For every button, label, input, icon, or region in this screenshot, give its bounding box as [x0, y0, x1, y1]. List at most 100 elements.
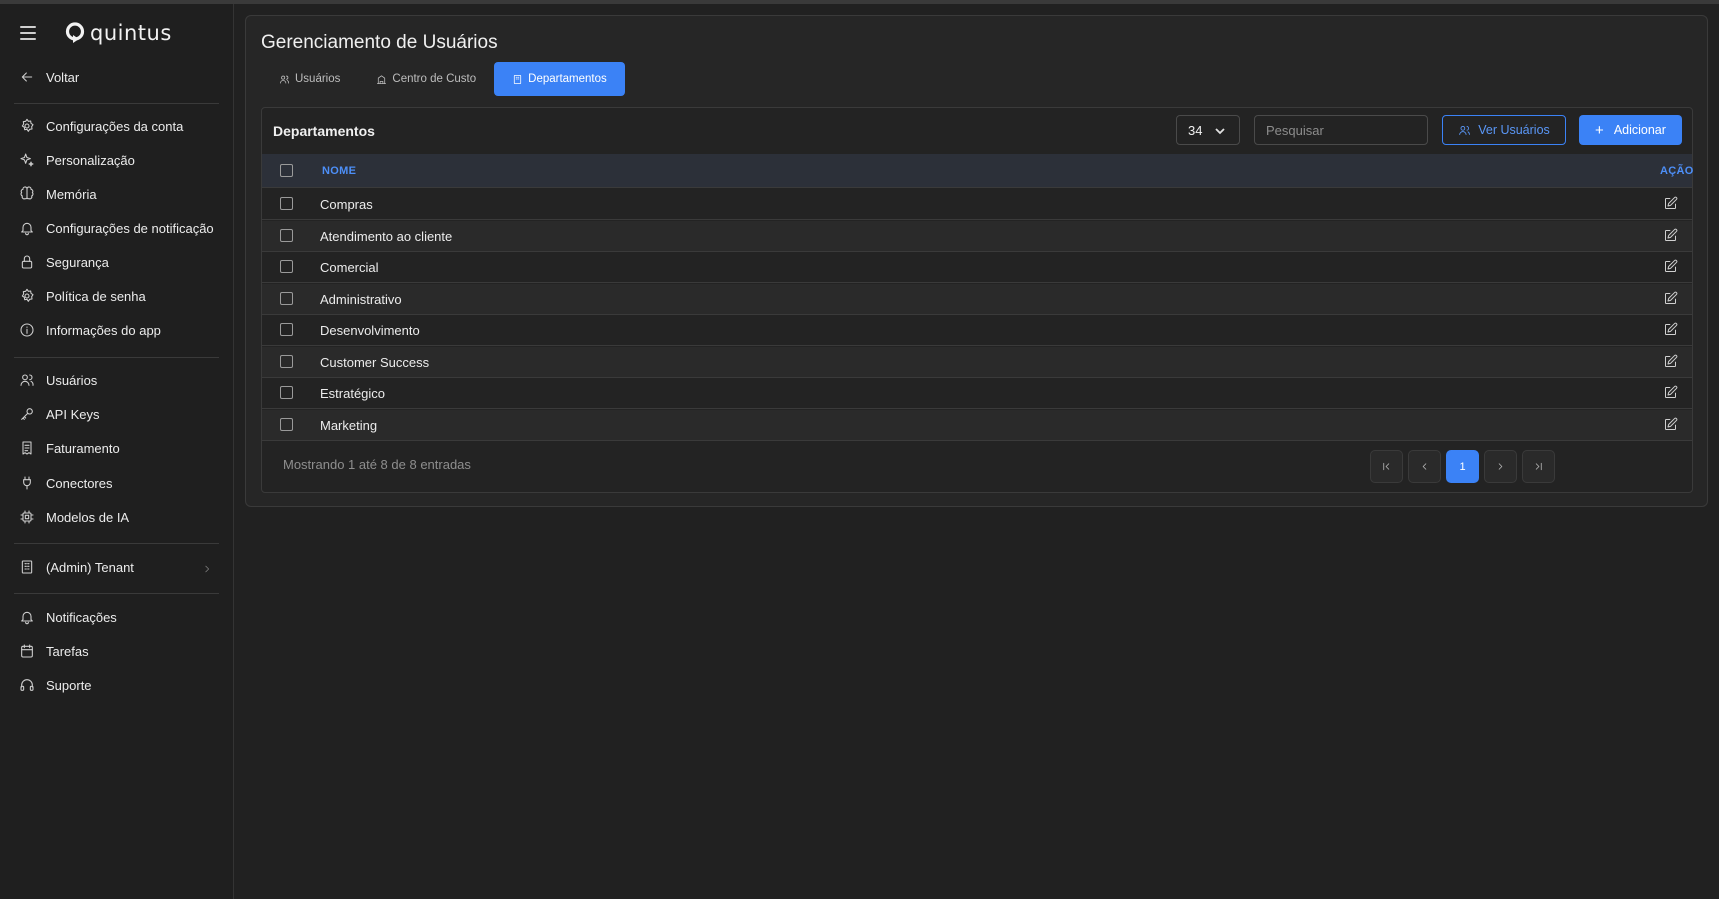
sidebar-item-ai-models[interactable]: Modelos de IA	[14, 502, 220, 532]
department-name: Atendimento ao cliente	[320, 228, 453, 244]
table-row[interactable]: Estratégico	[262, 378, 1692, 409]
sidebar-item-label: (Admin) Tenant	[46, 559, 134, 575]
first-page-button[interactable]	[1370, 450, 1403, 483]
page-title: Gerenciamento de Usuários	[261, 32, 498, 53]
sidebar-item-label: Suporte	[46, 677, 92, 693]
last-page-button[interactable]	[1522, 450, 1555, 483]
sidebar-item-users[interactable]: Usuários	[14, 365, 220, 395]
table-row[interactable]: Compras	[262, 189, 1692, 220]
add-button[interactable]: + Adicionar	[1579, 115, 1682, 145]
table-row[interactable]: Desenvolvimento	[262, 315, 1692, 346]
page-button-current[interactable]: 1	[1446, 450, 1479, 483]
edit-icon[interactable]	[1663, 354, 1679, 370]
tab-label: Departamentos	[528, 73, 607, 85]
row-checkbox[interactable]	[280, 354, 293, 368]
edit-icon[interactable]	[1663, 291, 1679, 307]
sidebar-item-security[interactable]: Segurança	[14, 247, 220, 277]
sidebar-item-label: Faturamento	[46, 440, 120, 456]
sidebar-item-label: Personalização	[46, 152, 135, 168]
row-checkbox[interactable]	[280, 197, 293, 210]
edit-icon[interactable]	[1663, 385, 1679, 401]
select-all-checkbox[interactable]	[280, 164, 293, 177]
sidebar-item-label: Segurança	[46, 254, 109, 270]
brand-logo[interactable]: quintus	[64, 18, 172, 48]
sparkles-icon	[18, 151, 36, 169]
department-name: Estratégico	[320, 386, 386, 401]
chevron-right-icon	[202, 562, 212, 573]
receipt-icon	[18, 439, 36, 457]
sidebar-header: quintus	[0, 4, 234, 60]
view-users-button[interactable]: Ver Usuários	[1442, 115, 1566, 145]
bell-icon	[18, 608, 36, 626]
row-checkbox[interactable]	[280, 417, 293, 431]
sidebar-item-notification-settings[interactable]: Configurações de notificação	[14, 213, 220, 243]
department-name: Customer Success	[320, 354, 430, 370]
edit-icon[interactable]	[1663, 259, 1679, 275]
sidebar-item-notifications[interactable]: Notificações	[14, 602, 220, 632]
table-row[interactable]: Customer Success	[262, 346, 1692, 378]
table-row[interactable]: Atendimento ao cliente	[262, 220, 1692, 252]
search-input[interactable]	[1254, 115, 1428, 145]
sidebar-item-personalization[interactable]: Personalização	[14, 145, 220, 175]
sidebar-item-password-policy[interactable]: Política de senha	[14, 281, 220, 311]
info-icon	[18, 321, 36, 339]
next-page-button[interactable]	[1484, 450, 1517, 483]
panel-title: Departamentos	[273, 123, 375, 139]
sidebar-item-support[interactable]: Suporte	[14, 670, 220, 700]
sidebar-item-label: Tarefas	[46, 643, 89, 659]
brain-icon	[18, 185, 36, 203]
per-page-value: 34	[1188, 122, 1203, 138]
tab-departments[interactable]: Departamentos	[494, 62, 625, 96]
sidebar-item-label: Conectores	[46, 475, 113, 491]
table-row[interactable]: Administrativo	[262, 283, 1692, 315]
menu-icon[interactable]	[20, 26, 36, 40]
prev-page-button[interactable]	[1408, 450, 1441, 483]
tab-users[interactable]: Usuários	[261, 62, 358, 96]
edit-icon[interactable]	[1663, 417, 1679, 433]
table-row[interactable]: Marketing	[262, 409, 1692, 441]
column-header-name[interactable]: NOME	[322, 165, 356, 177]
add-label: Adicionar	[1613, 123, 1666, 137]
sidebar-item-tenant[interactable]: (Admin) Tenant	[14, 552, 220, 582]
sidebar-item-api-keys[interactable]: API Keys	[14, 399, 220, 429]
back-link[interactable]: Voltar	[14, 62, 220, 92]
sidebar-divider	[14, 543, 219, 544]
sidebar-item-billing[interactable]: Faturamento	[14, 433, 220, 463]
sidebar-item-app-info[interactable]: Informações do app	[14, 315, 220, 345]
chevron-down-icon	[1215, 128, 1225, 135]
users-icon	[279, 75, 290, 84]
sidebar-item-label: Política de senha	[46, 288, 146, 304]
sidebar-item-tasks[interactable]: Tarefas	[14, 636, 220, 666]
tab-label: Usuários	[295, 73, 341, 85]
sidebar-item-connectors[interactable]: Conectores	[14, 468, 220, 498]
department-name: Compras	[320, 197, 373, 212]
sidebar: quintus Voltar Configurações da conta Pe…	[0, 4, 234, 899]
row-checkbox[interactable]	[280, 323, 293, 336]
department-name: Marketing	[320, 417, 378, 433]
cpu-icon	[18, 508, 36, 526]
sidebar-item-memory[interactable]: Memória	[14, 179, 220, 209]
building-icon	[514, 74, 522, 84]
row-checkbox[interactable]	[280, 386, 293, 399]
departments-panel: Departamentos 34 Ver Usuários + Adiciona…	[261, 107, 1693, 493]
edit-icon[interactable]	[1663, 322, 1679, 338]
back-label: Voltar	[46, 69, 80, 85]
row-checkbox[interactable]	[280, 291, 293, 305]
settings-icon	[18, 287, 36, 305]
row-checkbox[interactable]	[280, 228, 293, 242]
sidebar-item-account-settings[interactable]: Configurações da conta	[14, 111, 220, 141]
users-icon	[1459, 125, 1471, 135]
row-checkbox[interactable]	[280, 260, 293, 273]
users-icon	[18, 371, 36, 389]
department-name: Desenvolvimento	[320, 323, 420, 338]
arrow-left-icon	[18, 68, 36, 86]
calendar-icon	[18, 642, 36, 660]
edit-icon[interactable]	[1663, 228, 1679, 244]
edit-icon[interactable]	[1663, 196, 1679, 212]
per-page-select[interactable]: 34	[1176, 115, 1240, 145]
table-row[interactable]: Comercial	[262, 252, 1692, 283]
table-header: NOME AÇÃO	[262, 154, 1693, 188]
tab-cost-center[interactable]: Centro de Custo	[358, 62, 494, 96]
sidebar-divider	[14, 593, 219, 594]
key-icon	[18, 405, 36, 423]
